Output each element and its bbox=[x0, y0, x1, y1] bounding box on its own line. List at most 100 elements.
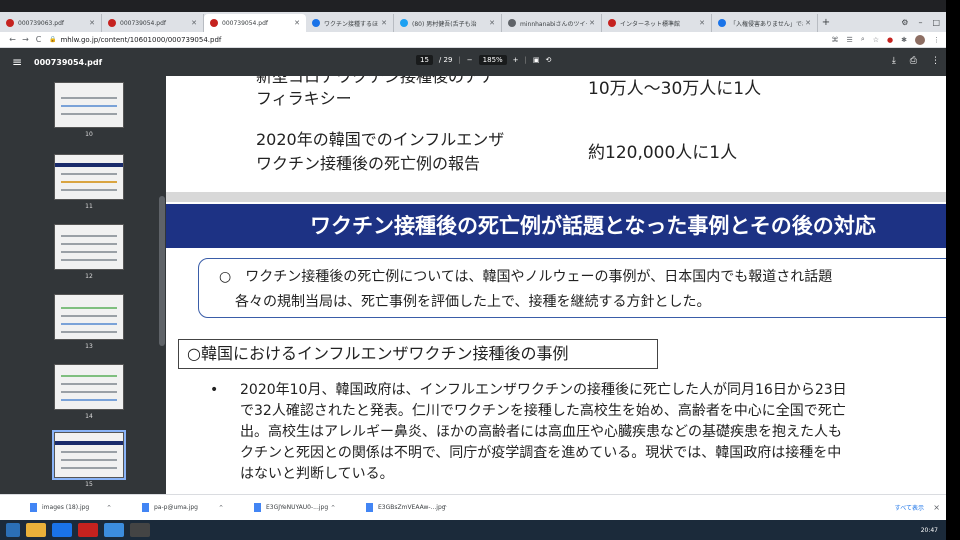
body-line: 出。高校生はアレルギー鼻炎、ほかの高齢者には高血圧や心臓疾患などの基礎疾患を抱え… bbox=[240, 424, 842, 440]
print-icon[interactable]: ⎙ bbox=[910, 56, 917, 66]
thumbnail-label: 12 bbox=[85, 273, 93, 280]
start-icon[interactable] bbox=[6, 523, 20, 537]
pdf-page: 新型コロナワクチン接種後のアナ フィラキシー 10万人〜30万人に1人 2020… bbox=[166, 76, 946, 494]
tab-title: minnhanabiさんのツイー bbox=[520, 20, 588, 28]
download-item[interactable]: E3GJYeNUYAU0-...jpg ⌃ bbox=[224, 495, 336, 521]
maximize-icon[interactable]: □ bbox=[932, 18, 940, 27]
download-icon[interactable]: ⤓ bbox=[892, 56, 896, 66]
os-taskbar: 20:47 bbox=[0, 520, 946, 540]
tab-1[interactable]: 000739054.pdf ✕ bbox=[102, 14, 204, 32]
table-row-korea-value: 約120,000人に1人 bbox=[588, 143, 738, 163]
close-tab-icon[interactable]: ✕ bbox=[699, 19, 705, 27]
close-tab-icon[interactable]: ✕ bbox=[89, 19, 95, 27]
close-tab-icon[interactable]: ✕ bbox=[294, 19, 300, 27]
menu-dots-icon[interactable]: ⋮ bbox=[933, 36, 940, 44]
download-item[interactable]: pa-p@uma.jpg ⌃ bbox=[112, 495, 224, 521]
zoom-icon[interactable]: ⌕ bbox=[861, 35, 865, 44]
tab-2-active[interactable]: 000739054.pdf ✕ bbox=[204, 14, 306, 32]
hamburger-menu-icon[interactable]: ≡ bbox=[0, 55, 34, 69]
extension-icon[interactable]: ● bbox=[887, 36, 893, 44]
close-tab-icon[interactable]: ✕ bbox=[805, 19, 811, 27]
download-bar: images (18).jpg ⌃ pa-p@uma.jpg ⌃ E3GJYeN… bbox=[0, 494, 946, 520]
thumbnail-page[interactable]: 11 bbox=[54, 154, 124, 210]
thumbnail-page[interactable]: 10 bbox=[54, 82, 124, 138]
fit-page-icon[interactable]: ▣ bbox=[533, 56, 540, 64]
download-item[interactable]: E3GBsZmVEAAw-...jpg ⌃ bbox=[336, 495, 448, 521]
translate-icon[interactable]: ⌘ bbox=[832, 36, 839, 44]
summary-line: ○ ワクチン接種後の死亡例については、韓国やノルウェーの事例が、日本国内でも報道… bbox=[219, 269, 833, 285]
image-file-icon bbox=[366, 503, 373, 512]
warning-favicon-icon bbox=[312, 19, 320, 27]
settings-gear-icon[interactable]: ⚙ bbox=[901, 18, 908, 27]
thumbnail-image[interactable] bbox=[52, 430, 126, 480]
summary-line: 各々の規制当局は、死亡事例を評価した上で、接種を継続する方針とした。 bbox=[235, 294, 711, 310]
profile-avatar[interactable] bbox=[915, 34, 925, 45]
tab-3[interactable]: ワクチン接種するほど感染が拡大 ✕ bbox=[306, 14, 394, 32]
tab-7[interactable]: 「入権侵害ありません」でお ✕ bbox=[712, 14, 818, 32]
app-icon[interactable] bbox=[130, 523, 150, 537]
thumbnail-image[interactable] bbox=[54, 224, 124, 270]
address-bar[interactable]: 🔒 mhlw.go.jp/content/10601000/000739054.… bbox=[49, 34, 832, 46]
thumbnail-page[interactable]: 12 bbox=[54, 224, 124, 280]
puzzle-icon[interactable]: ✱ bbox=[901, 36, 907, 44]
tab-title: 000739063.pdf bbox=[18, 19, 64, 27]
thumbnail-image[interactable] bbox=[54, 154, 124, 200]
chrome-icon[interactable] bbox=[78, 523, 98, 537]
pdf-filename: 000739054.pdf bbox=[34, 57, 103, 67]
show-all-downloads-link[interactable]: すべて表示 bbox=[895, 503, 924, 512]
thumbnail-image[interactable] bbox=[54, 364, 124, 410]
close-tab-icon[interactable]: ✕ bbox=[191, 19, 197, 27]
tab-4[interactable]: (80) 男村健吾(舌子も治 ✕ bbox=[394, 14, 502, 32]
table-row-korea-label: 2020年の韓国でのインフルエンザ ワクチン接種後の死亡例の報告 bbox=[256, 128, 504, 176]
tab-0[interactable]: 000739063.pdf ✕ bbox=[0, 14, 102, 32]
pdf-favicon-icon bbox=[6, 19, 14, 27]
back-button[interactable]: ← bbox=[6, 35, 19, 44]
download-filename: images (18).jpg bbox=[42, 504, 90, 511]
row-label-line: 2020年の韓国でのインフルエンザ bbox=[256, 130, 505, 149]
thumbnail-image[interactable] bbox=[54, 294, 124, 340]
bookmark-star-icon[interactable]: ☆ bbox=[873, 36, 879, 44]
page-number-input[interactable]: 15 bbox=[416, 55, 433, 65]
thumbnail-image[interactable] bbox=[54, 82, 124, 128]
chevron-up-icon[interactable]: ⌃ bbox=[442, 504, 448, 512]
divider bbox=[166, 192, 946, 202]
zoom-in-button[interactable]: + bbox=[513, 56, 519, 64]
close-tab-icon[interactable]: ✕ bbox=[489, 19, 495, 27]
body-line: で32人確認されたと発表。仁川でワクチンを接種した高校生を始め、高齢者を中心に全… bbox=[240, 403, 846, 419]
store-icon[interactable] bbox=[52, 523, 72, 537]
tab-title: 000739054.pdf bbox=[222, 19, 268, 27]
image-file-icon bbox=[142, 503, 149, 512]
url-text[interactable]: mhlw.go.jp/content/10601000/000739054.pd… bbox=[60, 36, 221, 44]
forward-button[interactable]: → bbox=[19, 35, 32, 44]
heart-favicon-icon bbox=[608, 19, 616, 27]
close-tab-icon[interactable]: ✕ bbox=[589, 19, 595, 27]
tab-title: ワクチン接種するほど感染が拡大 bbox=[324, 20, 379, 28]
download-item[interactable]: images (18).jpg ⌃ bbox=[0, 495, 112, 521]
thumbnail-page-selected[interactable]: 15 bbox=[52, 430, 126, 488]
rotate-icon[interactable]: ⟲ bbox=[546, 56, 552, 64]
clock[interactable]: 20:47 bbox=[921, 527, 938, 534]
close-tab-icon[interactable]: ✕ bbox=[381, 19, 387, 27]
sidebar-scrollbar[interactable] bbox=[159, 196, 165, 346]
reload-button[interactable]: C bbox=[32, 35, 45, 44]
table-row-anaphylaxis-value: 10万人〜30万人に1人 bbox=[588, 79, 762, 99]
thumbnail-page[interactable]: 14 bbox=[54, 364, 124, 420]
download-filename: pa-p@uma.jpg bbox=[154, 504, 198, 511]
pdf-actions: ⤓ ⎙ ⋮ bbox=[892, 56, 940, 66]
zoom-out-button[interactable]: − bbox=[467, 56, 473, 64]
zoom-level-input[interactable]: 185% bbox=[478, 55, 507, 65]
app-icon[interactable] bbox=[104, 523, 124, 537]
lock-icon: 🔒 bbox=[49, 36, 57, 43]
close-download-bar-icon[interactable]: × bbox=[933, 503, 940, 512]
minimize-icon[interactable]: – bbox=[918, 18, 922, 27]
file-explorer-icon[interactable] bbox=[26, 523, 46, 537]
tab-5[interactable]: minnhanabiさんのツイー ✕ bbox=[502, 14, 602, 32]
browser-toolbar: ← → C 🔒 mhlw.go.jp/content/10601000/0007… bbox=[0, 32, 946, 48]
body-line: 2020年10月、韓国政府は、インフルエンザワクチンの接種後に死亡した人が同月1… bbox=[240, 382, 847, 398]
new-tab-button[interactable]: + bbox=[818, 14, 834, 32]
thumbnail-page[interactable]: 13 bbox=[54, 294, 124, 350]
thumbnail-label: 10 bbox=[85, 131, 93, 138]
tab-6[interactable]: インターネット標準館 ✕ bbox=[602, 14, 712, 32]
more-options-icon[interactable]: ⋮ bbox=[931, 56, 940, 66]
reader-icon[interactable]: ☰ bbox=[847, 36, 853, 44]
